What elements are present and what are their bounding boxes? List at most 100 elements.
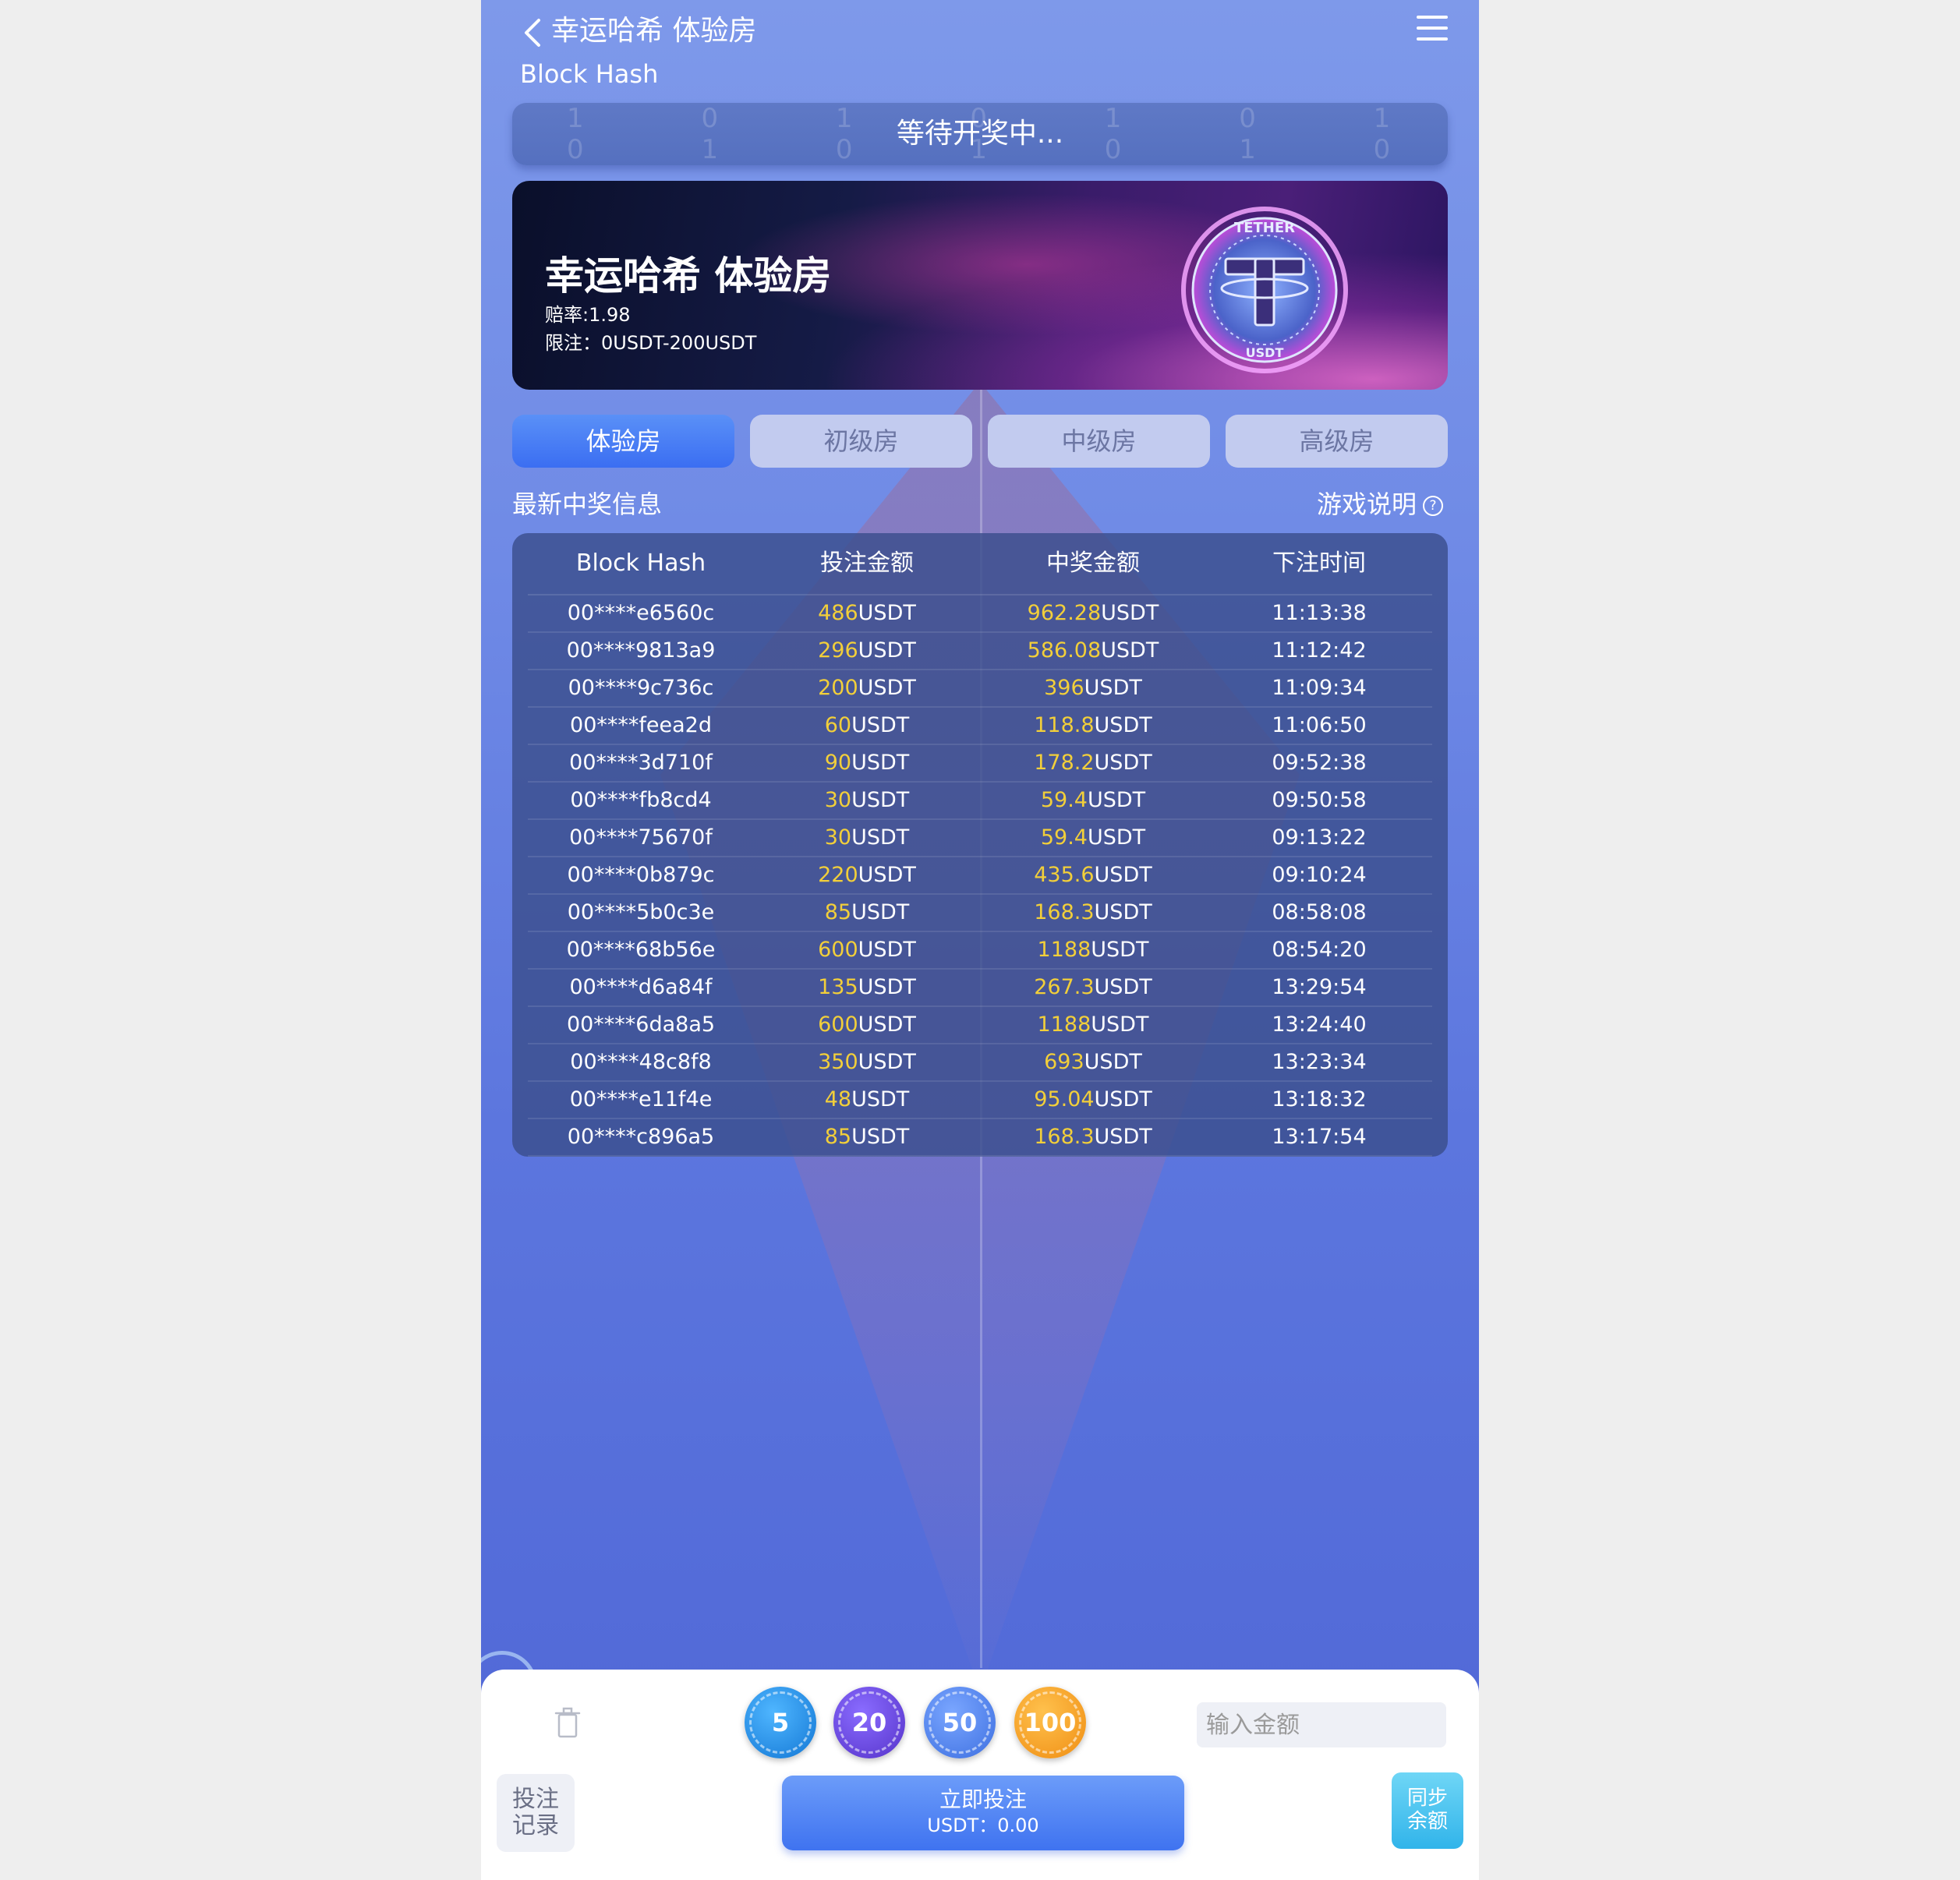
tether-coin-icon: TETHER USDT bbox=[1181, 207, 1348, 373]
cell-win-amount: 962.28USDT bbox=[980, 595, 1206, 631]
bet-record-label-line2: 记录 bbox=[512, 1812, 559, 1839]
cell-block-hash: 00****e6560c bbox=[567, 601, 715, 625]
win-amount-value: 178.2 bbox=[1034, 751, 1095, 775]
column-header-win-amount: 中奖金额 bbox=[1046, 550, 1140, 577]
cell-bet-time: 13:18:32 bbox=[1272, 1087, 1367, 1111]
cell-bet-time: 09:50:58 bbox=[1272, 788, 1367, 812]
balance-text: USDT：0.00 bbox=[927, 1815, 1039, 1836]
cell-block-hash: 00****9c736c bbox=[568, 676, 714, 700]
bet-amount-value: 90 bbox=[824, 751, 852, 775]
trash-icon[interactable] bbox=[554, 1707, 581, 1738]
cell-block-hash: 00****3d710f bbox=[569, 751, 713, 775]
win-amount-value: 1188 bbox=[1037, 1012, 1091, 1037]
table-row: 00****9813a9 296USDT 586.08USDT 11:12:42 bbox=[528, 633, 1432, 670]
unit-label: USDT bbox=[858, 638, 916, 663]
tab-beginner-room[interactable]: 初级房 bbox=[750, 415, 972, 468]
cell-win-amount: 59.4USDT bbox=[980, 820, 1206, 856]
table-row: 00****e11f4e 48USDT 95.04USDT 13:18:32 bbox=[528, 1082, 1432, 1119]
win-amount-value: 168.3 bbox=[1034, 900, 1095, 924]
column-header-bet-amount: 投注金额 bbox=[820, 550, 914, 577]
cell-bet-time: 09:13:22 bbox=[1272, 825, 1367, 850]
bet-amount-value: 220 bbox=[818, 863, 858, 887]
chip-5[interactable]: 5 bbox=[745, 1687, 816, 1758]
cell-block-hash: 00****e11f4e bbox=[569, 1087, 713, 1111]
cell-bet-time: 13:29:54 bbox=[1272, 975, 1367, 999]
tab-trial-room[interactable]: 体验房 bbox=[512, 415, 734, 468]
cell-bet-amount: 60USDT bbox=[754, 708, 980, 744]
bet-amount-value: 350 bbox=[818, 1050, 858, 1074]
cell-win-amount: 267.3USDT bbox=[980, 970, 1206, 1005]
cell-win-amount: 1188USDT bbox=[980, 932, 1206, 968]
banner-title: 幸运哈希 体验房 bbox=[545, 253, 832, 299]
chevron-left-icon[interactable] bbox=[518, 17, 550, 48]
win-amount-value: 435.6 bbox=[1034, 863, 1095, 887]
chip-20[interactable]: 20 bbox=[833, 1687, 905, 1758]
unit-label: USDT bbox=[1094, 975, 1152, 999]
cell-bet-amount: 48USDT bbox=[754, 1082, 980, 1118]
bet-amount-value: 85 bbox=[824, 1125, 852, 1149]
draw-status-text: 等待开奖中... bbox=[896, 118, 1064, 150]
place-bet-button[interactable]: 立即投注 USDT：0.00 bbox=[782, 1776, 1184, 1850]
cell-bet-time: 08:58:08 bbox=[1272, 900, 1367, 924]
table-row: 00****48c8f8 350USDT 693USDT 13:23:34 bbox=[528, 1044, 1432, 1082]
win-amount-value: 586.08 bbox=[1027, 638, 1102, 663]
menu-icon[interactable] bbox=[1417, 16, 1448, 44]
cell-bet-amount: 85USDT bbox=[754, 1119, 980, 1155]
cell-bet-time: 09:10:24 bbox=[1272, 863, 1367, 887]
table-row: 00****0b879c 220USDT 435.6USDT 09:10:24 bbox=[528, 857, 1432, 895]
tab-advanced-room[interactable]: 高级房 bbox=[1226, 415, 1448, 468]
unit-label: USDT bbox=[851, 788, 910, 812]
cell-bet-amount: 90USDT bbox=[754, 745, 980, 781]
table-row: 00****9c736c 200USDT 396USDT 11:09:34 bbox=[528, 670, 1432, 708]
table-row: 00****d6a84f 135USDT 267.3USDT 13:29:54 bbox=[528, 970, 1432, 1007]
cell-bet-amount: 220USDT bbox=[754, 857, 980, 893]
unit-label: USDT bbox=[1094, 1087, 1152, 1111]
cell-win-amount: 396USDT bbox=[980, 670, 1206, 706]
cell-win-amount: 95.04USDT bbox=[980, 1082, 1206, 1118]
cell-bet-time: 11:06:50 bbox=[1272, 713, 1367, 737]
cell-bet-amount: 135USDT bbox=[754, 970, 980, 1005]
cell-block-hash: 00****c896a5 bbox=[567, 1125, 715, 1149]
table-row: 00****fb8cd4 30USDT 59.4USDT 09:50:58 bbox=[528, 783, 1432, 820]
win-amount-value: 118.8 bbox=[1034, 713, 1095, 737]
cell-win-amount: 693USDT bbox=[980, 1044, 1206, 1080]
unit-label: USDT bbox=[851, 825, 910, 850]
chip-50[interactable]: 50 bbox=[924, 1687, 996, 1758]
bet-record-button[interactable]: 投注 记录 bbox=[497, 1774, 575, 1852]
cell-bet-time: 09:52:38 bbox=[1272, 751, 1367, 775]
bet-amount-value: 85 bbox=[824, 900, 852, 924]
unit-label: USDT bbox=[1094, 1125, 1152, 1149]
table-row: 00****5b0c3e 85USDT 168.3USDT 08:58:08 bbox=[528, 895, 1432, 932]
cell-bet-amount: 350USDT bbox=[754, 1044, 980, 1080]
unit-label: USDT bbox=[1091, 1012, 1149, 1037]
app-screen: 幸运哈希 体验房 Block Hash 1 0 1 0 1 0 1 0 1 1 … bbox=[481, 0, 1479, 1880]
game-rules-label: 游戏说明 bbox=[1316, 489, 1417, 519]
table-row: 00****c896a5 85USDT 168.3USDT 13:17:54 bbox=[528, 1119, 1432, 1157]
unit-label: USDT bbox=[858, 975, 916, 999]
cell-bet-amount: 85USDT bbox=[754, 895, 980, 931]
cell-win-amount: 1188USDT bbox=[980, 1007, 1206, 1043]
game-rules-link[interactable]: 游戏说明? bbox=[1317, 486, 1443, 522]
bet-amount-value: 135 bbox=[818, 975, 858, 999]
bet-amount-value: 30 bbox=[824, 788, 852, 812]
coin-top-text: TETHER bbox=[1234, 220, 1295, 236]
unit-label: USDT bbox=[1087, 825, 1146, 850]
amount-input[interactable] bbox=[1197, 1702, 1446, 1747]
tab-intermediate-room[interactable]: 中级房 bbox=[988, 415, 1210, 468]
bet-amount-value: 600 bbox=[818, 1012, 858, 1037]
unit-label: USDT bbox=[858, 1050, 916, 1074]
page-title: 幸运哈希 体验房 bbox=[551, 15, 757, 47]
cell-bet-time: 08:54:20 bbox=[1272, 938, 1367, 962]
cell-block-hash: 00****5b0c3e bbox=[567, 900, 715, 924]
cell-bet-time: 13:17:54 bbox=[1272, 1125, 1367, 1149]
place-bet-label: 立即投注 bbox=[939, 1786, 1027, 1812]
bet-amount-value: 486 bbox=[818, 601, 858, 625]
bet-amount-value: 30 bbox=[824, 825, 852, 850]
column-header-block-hash: Block Hash bbox=[575, 550, 706, 577]
sync-balance-button[interactable]: 同步 余额 bbox=[1392, 1772, 1463, 1849]
unit-label: USDT bbox=[1087, 788, 1146, 812]
cell-block-hash: 00****d6a84f bbox=[569, 975, 713, 999]
cell-bet-time: 13:24:40 bbox=[1272, 1012, 1367, 1037]
sync-label-line2: 余额 bbox=[1406, 1810, 1448, 1833]
chip-100[interactable]: 100 bbox=[1014, 1687, 1086, 1758]
